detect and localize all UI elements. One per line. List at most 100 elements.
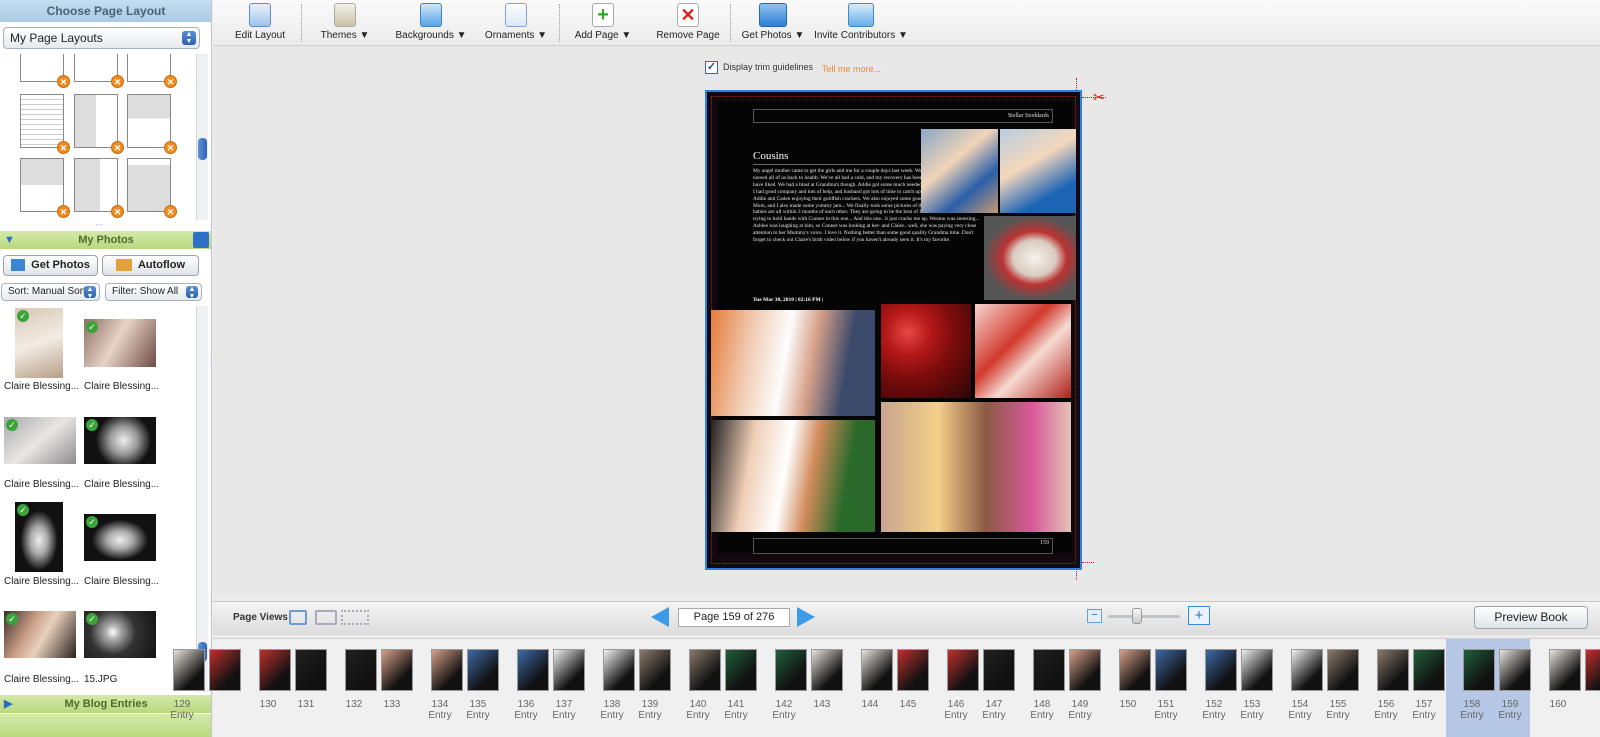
multi-page-view-icon[interactable] [341,610,369,625]
entry-title[interactable]: Cousins [753,150,788,162]
remove-icon[interactable]: ✕ [164,75,177,88]
collapse-triangle-icon[interactable]: ▼ [4,231,15,249]
page-layout-select[interactable]: My Page Layouts ▲ ▼ [3,27,200,49]
filmstrip-spread[interactable] [1377,649,1449,693]
expand-triangle-icon[interactable]: ▶ [4,695,12,713]
remove-icon[interactable]: ✕ [111,75,124,88]
filmstrip-spread[interactable] [173,649,245,693]
layout-thumbnail[interactable]: ✕ [20,158,70,218]
filmstrip-spread[interactable] [1033,649,1105,693]
filmstrip-page-thumbnail[interactable] [689,649,721,691]
filmstrip-page-thumbnail[interactable] [811,649,843,691]
layout-thumbnail[interactable]: ✕ [127,54,177,88]
filter-select[interactable]: Filter: Show All ▲ ▼ [105,283,202,301]
filmstrip-spread[interactable] [1205,649,1277,693]
filmstrip-page-thumbnail[interactable] [983,649,1015,691]
filmstrip-page-thumbnail[interactable] [725,649,757,691]
photo-thumbnail[interactable]: ✓ [84,417,156,464]
remove-icon[interactable]: ✕ [57,75,70,88]
photos-scrollbar[interactable] [196,306,208,692]
layout-thumbnail[interactable]: ✕ [20,54,70,88]
filmstrip-spread[interactable] [1549,649,1600,693]
zoom-out-icon[interactable]: − [1087,609,1102,623]
zoom-slider-track[interactable] [1108,615,1180,618]
layout-thumbnail[interactable]: ✕ [127,94,177,154]
remove-icon[interactable]: ✕ [57,141,70,154]
filmstrip-page-thumbnail[interactable] [431,649,463,691]
filmstrip-spread[interactable] [1291,649,1363,693]
grid-view-icon[interactable] [193,232,209,248]
layout-thumbnail[interactable]: ✕ [127,158,177,218]
filmstrip-page-thumbnail[interactable] [467,649,499,691]
filmstrip-page-thumbnail[interactable] [947,649,979,691]
filmstrip-page-thumbnail[interactable] [209,649,241,691]
page-number[interactable]: 159 [753,538,1053,554]
filmstrip-page-thumbnail[interactable] [1033,649,1065,691]
remove-icon[interactable]: ✕ [57,205,70,218]
layout-thumbnail[interactable]: ✕ [74,158,124,218]
get-photos-menu-button[interactable]: Get Photos ▼ [741,0,805,46]
page-photo[interactable] [711,420,875,532]
photo-thumbnail[interactable]: ✓ [84,514,156,561]
photo-thumbnail[interactable]: ✓ [84,611,156,658]
photo-thumbnail[interactable]: ✓ [15,308,63,378]
filmstrip-page-thumbnail[interactable] [553,649,585,691]
splitter-grip-icon[interactable]: ··· [95,220,103,229]
themes-button[interactable]: Themes ▼ [315,0,375,46]
filmstrip-spread[interactable] [345,649,417,693]
filmstrip-page-thumbnail[interactable] [173,649,205,691]
filmstrip-page-thumbnail[interactable] [381,649,413,691]
tell-me-more-link[interactable]: Tell me more... [822,64,881,74]
filmstrip-spread[interactable] [603,649,675,693]
filmstrip-page-thumbnail[interactable] [259,649,291,691]
layout-thumbnail[interactable]: ✕ [20,94,70,154]
filmstrip-page-thumbnail[interactable] [897,649,929,691]
filmstrip-page-thumbnail[interactable] [775,649,807,691]
filmstrip-spread[interactable] [947,649,1019,693]
book-page[interactable]: Stellar Stoddards Cousins My angel mothe… [705,90,1082,570]
filmstrip-page-thumbnail[interactable] [1327,649,1359,691]
filmstrip-page-thumbnail[interactable] [295,649,327,691]
invite-contributors-button[interactable]: Invite Contributors ▼ [813,0,909,46]
filmstrip-page-thumbnail[interactable] [1155,649,1187,691]
filmstrip-page-thumbnail[interactable] [639,649,671,691]
filmstrip-page-thumbnail[interactable] [1377,649,1409,691]
splitter-grip-icon[interactable]: ··· [209,357,213,371]
remove-page-button[interactable]: ✕ Remove Page [655,0,721,46]
get-photos-button[interactable]: Get Photos [3,255,98,276]
layout-scrollbar[interactable] [196,54,208,220]
layout-thumbnail[interactable]: ✕ [74,94,124,154]
filmstrip-page-thumbnail[interactable] [1585,649,1600,691]
photo-thumbnail[interactable]: ✓ [15,502,63,572]
filmstrip-page-thumbnail[interactable] [1499,649,1531,691]
photo-thumbnail[interactable]: ✓ [4,417,76,464]
filmstrip-page-thumbnail[interactable] [517,649,549,691]
filmstrip-spread[interactable] [259,649,331,693]
filmstrip-page-thumbnail[interactable] [1119,649,1151,691]
spread-view-icon[interactable] [315,610,337,625]
page-header-text[interactable]: Stellar Stoddards [753,109,1053,123]
layout-thumbnail[interactable]: ✕ [74,54,124,88]
ornaments-button[interactable]: Ornaments ▼ [483,0,549,46]
page-photo[interactable] [975,304,1071,398]
previous-page-arrow-icon[interactable] [651,607,669,627]
filmstrip-page-thumbnail[interactable] [1549,649,1581,691]
filmstrip-page-thumbnail[interactable] [1291,649,1323,691]
zoom-slider-thumb[interactable] [1132,608,1142,624]
single-page-view-icon[interactable] [289,610,307,625]
page-photo[interactable] [984,216,1076,300]
filmstrip-spread[interactable] [431,649,503,693]
filmstrip-page-thumbnail[interactable] [603,649,635,691]
filmstrip-page-thumbnail[interactable] [1069,649,1101,691]
page-photo[interactable] [881,304,971,398]
filmstrip-page-thumbnail[interactable] [345,649,377,691]
filmstrip-spread[interactable] [1463,649,1535,693]
filmstrip-page-thumbnail[interactable] [1205,649,1237,691]
filmstrip-spread[interactable] [861,649,933,693]
page-photo[interactable] [881,402,1071,532]
edit-layout-button[interactable]: Edit Layout [231,0,289,46]
preview-book-button[interactable]: Preview Book [1474,606,1588,629]
autoflow-button[interactable]: Autoflow [102,255,199,276]
layout-scroll-thumb[interactable] [198,138,207,160]
remove-icon[interactable]: ✕ [111,205,124,218]
